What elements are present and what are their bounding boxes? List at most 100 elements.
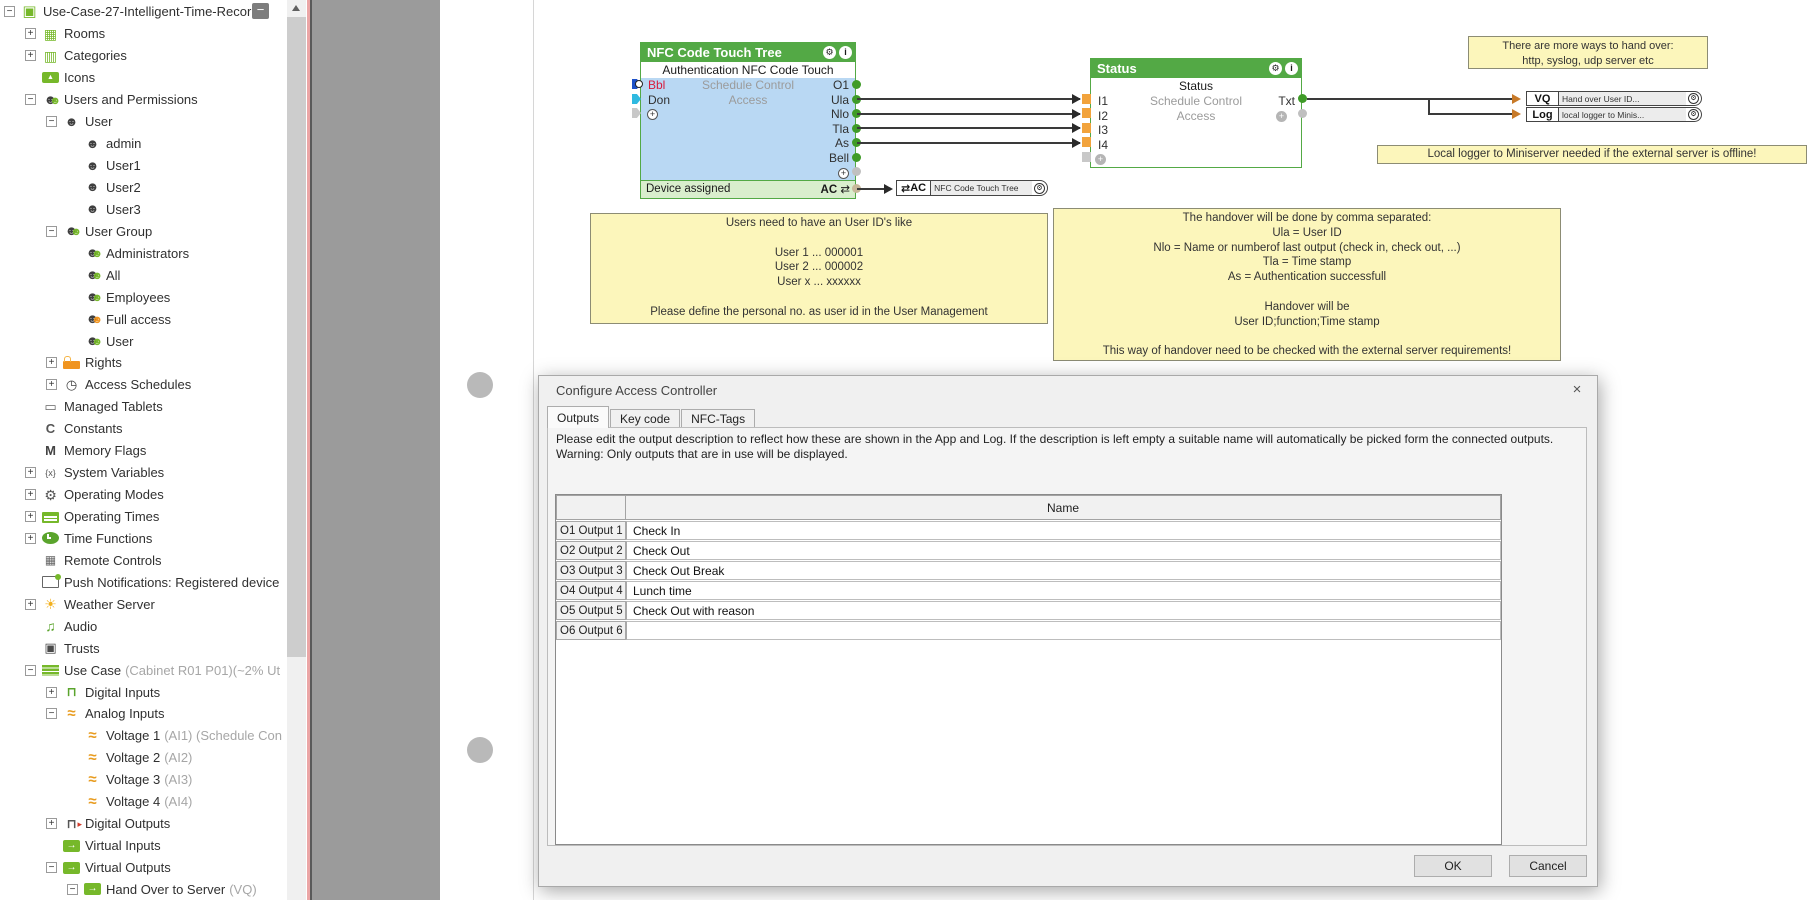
tree-row[interactable]: Full access bbox=[0, 308, 287, 330]
ac-device-chip[interactable]: ⇄AC NFC Code Touch Tree ⚙ bbox=[896, 180, 1048, 196]
tree-row[interactable]: Voltage 2 (AI2) bbox=[0, 747, 287, 769]
cancel-button[interactable]: Cancel bbox=[1509, 855, 1587, 877]
expander-icon[interactable]: + bbox=[25, 28, 36, 39]
input-connector-i3[interactable] bbox=[1082, 123, 1091, 133]
input-connector-i2[interactable] bbox=[1082, 108, 1091, 118]
nfc-code-touch-block[interactable]: NFC Code Touch Tree ⚙ i Authentication N… bbox=[640, 42, 856, 199]
tree-row[interactable]: − Users and Permissions bbox=[0, 89, 287, 111]
output-name-cell[interactable]: Check Out with reason bbox=[626, 601, 1501, 620]
add-input-icon[interactable]: + bbox=[647, 109, 658, 120]
table-row[interactable]: O1 Output 1 Check In bbox=[556, 521, 1501, 540]
tree-scrollbar[interactable] bbox=[287, 0, 306, 900]
expander-icon[interactable]: − bbox=[25, 94, 36, 105]
tree-row[interactable]: − Use Case (Cabinet R01 P01)(~2% Ut bbox=[0, 659, 287, 681]
add-center-icon[interactable]: + bbox=[1276, 111, 1287, 122]
status-block[interactable]: Status ⚙ i Status I1I2I3I4 Schedule Cont… bbox=[1090, 58, 1302, 168]
expander-icon[interactable]: + bbox=[46, 379, 57, 390]
output-connector-bell[interactable] bbox=[852, 153, 861, 162]
tree-row[interactable]: User bbox=[0, 330, 287, 352]
expander-icon[interactable]: + bbox=[25, 599, 36, 610]
tree-row[interactable]: All bbox=[0, 264, 287, 286]
tree-row[interactable]: − User Group bbox=[0, 220, 287, 242]
tree-row[interactable]: Employees bbox=[0, 286, 287, 308]
wire-txt-log[interactable] bbox=[1428, 113, 1519, 115]
tree-row[interactable]: User2 bbox=[0, 177, 287, 199]
configure-access-controller-dialog[interactable]: Configure Access Controller × OutputsKey… bbox=[538, 375, 1598, 887]
expander-icon[interactable]: + bbox=[46, 687, 57, 698]
close-icon[interactable]: × bbox=[1567, 381, 1587, 399]
tree-row[interactable]: + Digital Inputs bbox=[0, 681, 287, 703]
expander-icon[interactable]: + bbox=[25, 511, 36, 522]
expander-icon[interactable]: − bbox=[46, 226, 57, 237]
output-connector-add[interactable] bbox=[1298, 109, 1307, 118]
tree-row[interactable]: User1 bbox=[0, 155, 287, 177]
output-name-cell[interactable]: Check Out bbox=[626, 541, 1501, 560]
table-row[interactable]: O6 Output 6 bbox=[556, 621, 1501, 640]
tree-row[interactable]: Voltage 4 (AI4) bbox=[0, 791, 287, 813]
block-header[interactable]: Status ⚙ i bbox=[1091, 59, 1301, 78]
expander-icon[interactable]: + bbox=[25, 533, 36, 544]
tree-row[interactable]: Virtual Inputs bbox=[0, 835, 287, 857]
gear-icon[interactable]: ⚙ bbox=[823, 46, 836, 59]
expander-icon[interactable]: + bbox=[25, 50, 36, 61]
log-output-chip[interactable]: Log local logger to Minis... ⚙ bbox=[1526, 107, 1702, 122]
expander-icon[interactable]: − bbox=[46, 708, 57, 719]
tree-row[interactable]: + Rooms bbox=[0, 23, 287, 45]
dialog-tab[interactable]: Outputs bbox=[547, 406, 609, 428]
tree-row[interactable]: + Weather Server bbox=[0, 593, 287, 615]
expander-icon[interactable]: − bbox=[46, 862, 57, 873]
tree-row[interactable]: − Hand Over to Server (VQ) bbox=[0, 879, 287, 900]
tree-row[interactable]: + Categories bbox=[0, 45, 287, 67]
dialog-tab[interactable]: NFC-Tags bbox=[681, 409, 755, 428]
table-row[interactable]: O4 Output 4 Lunch time bbox=[556, 581, 1501, 600]
tree-row[interactable]: Constants bbox=[0, 418, 287, 440]
tree-row[interactable]: User3 bbox=[0, 198, 287, 220]
expander-icon[interactable]: − bbox=[67, 884, 78, 895]
tree-row[interactable]: − Virtual Outputs bbox=[0, 857, 287, 879]
wire-ula-i1[interactable] bbox=[857, 98, 1080, 100]
device-assigned-row[interactable]: Device assigned AC ⇄ bbox=[641, 180, 855, 198]
output-connector-o1[interactable] bbox=[852, 80, 861, 89]
tree-row[interactable]: + Rights bbox=[0, 352, 287, 374]
dialog-tab[interactable]: Key code bbox=[610, 409, 680, 428]
gear-icon[interactable]: ⚙ bbox=[1269, 62, 1282, 75]
tree-row[interactable]: Memory Flags bbox=[0, 440, 287, 462]
output-name-cell[interactable]: Check In bbox=[626, 521, 1501, 540]
vq-output-chip[interactable]: VQ Hand over User ID... ⚙ bbox=[1526, 91, 1702, 106]
expander-icon[interactable]: − bbox=[46, 116, 57, 127]
expander-icon[interactable]: + bbox=[46, 818, 57, 829]
input-connector-i1[interactable] bbox=[1082, 94, 1091, 104]
tree-row[interactable]: + Operating Times bbox=[0, 506, 287, 528]
tree-row[interactable]: Voltage 3 (AI3) bbox=[0, 769, 287, 791]
table-row[interactable]: O2 Output 2 Check Out bbox=[556, 541, 1501, 560]
wire-tla-i3[interactable] bbox=[857, 127, 1080, 129]
scroll-up-icon[interactable] bbox=[292, 5, 300, 11]
expander-icon[interactable]: + bbox=[25, 489, 36, 500]
scrollbar-thumb[interactable] bbox=[287, 17, 306, 657]
gear-icon[interactable]: ⚙ bbox=[1034, 183, 1045, 194]
tree-row[interactable]: Audio bbox=[0, 615, 287, 637]
tree-row[interactable]: admin bbox=[0, 133, 287, 155]
expander-icon[interactable]: + bbox=[46, 357, 57, 368]
info-icon[interactable]: i bbox=[1285, 62, 1298, 75]
table-row[interactable]: O5 Output 5 Check Out with reason bbox=[556, 601, 1501, 620]
outputs-table[interactable]: Name O1 Output 1 Check In O2 Output 2 bbox=[555, 494, 1502, 845]
output-name-cell[interactable]: Lunch time bbox=[626, 581, 1501, 600]
expander-icon[interactable]: + bbox=[25, 467, 36, 478]
wire-branch-vertical[interactable] bbox=[1428, 98, 1430, 114]
tree-row[interactable]: + Operating Modes bbox=[0, 484, 287, 506]
gear-icon[interactable]: ⚙ bbox=[1688, 93, 1699, 104]
wire-txt-vq[interactable] bbox=[1307, 98, 1519, 100]
tree-row[interactable]: + Access Schedules bbox=[0, 374, 287, 396]
tree-row[interactable]: Administrators bbox=[0, 242, 287, 264]
info-icon[interactable]: i bbox=[839, 46, 852, 59]
tree-row[interactable]: Push Notifications: Registered device bbox=[0, 571, 287, 593]
expander-icon[interactable]: − bbox=[4, 6, 15, 17]
tree-row[interactable]: Trusts bbox=[0, 637, 287, 659]
tree-collapse-button[interactable]: − bbox=[252, 3, 269, 19]
output-name-cell[interactable] bbox=[626, 621, 1501, 640]
gear-icon[interactable]: ⚙ bbox=[1688, 109, 1699, 120]
tree-row[interactable]: − Use-Case-27-Intelligent-Time-Recor bbox=[0, 1, 287, 23]
tree-row[interactable]: Icons bbox=[0, 67, 287, 89]
block-header[interactable]: NFC Code Touch Tree ⚙ i bbox=[641, 43, 855, 62]
